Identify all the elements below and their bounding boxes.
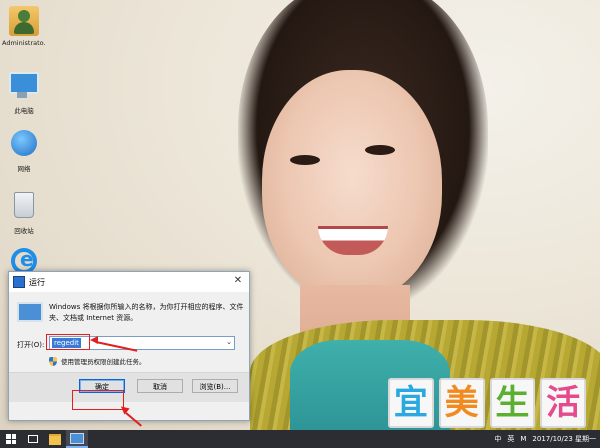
annotation-box-ok — [72, 390, 124, 410]
this-pc-icon — [9, 72, 39, 94]
watermark-char: 宜 — [388, 378, 434, 428]
watermark-char: 生 — [489, 378, 536, 428]
desktop-icon-label: Administrato... — [2, 39, 46, 47]
user-folder-icon — [9, 6, 39, 36]
desktop-icon-label: 此电脑 — [14, 107, 34, 115]
wallpaper-eye — [290, 155, 320, 165]
run-program-icon — [17, 302, 43, 322]
this-pc-icon-wrap — [9, 72, 39, 102]
run-dialog-description: Windows 将根据你所输入的名称，为你打开相应的程序、文件夹、文档或 Int… — [49, 303, 244, 322]
run-dialog-title: 运行 — [29, 277, 45, 287]
desktop-icon-label: 回收站 — [14, 227, 34, 235]
run-task-button[interactable] — [66, 430, 88, 448]
run-window-icon — [70, 432, 84, 444]
desktop-icon-this-pc[interactable]: 此电脑 — [2, 68, 46, 115]
folder-icon — [49, 433, 61, 445]
wallpaper-face — [262, 70, 442, 300]
run-dialog-button-row: 确定 取消 浏览(B)... — [9, 372, 249, 402]
task-view-button[interactable] — [22, 430, 44, 448]
ime-indicator[interactable]: 中 — [494, 434, 501, 444]
network-icon — [11, 130, 37, 156]
desktop-icon-user-folder[interactable]: Administrato... — [2, 6, 46, 47]
network-icon-wrap — [9, 130, 39, 160]
admin-note: 使用管理员权限创建此任务。 — [49, 356, 146, 366]
run-dialog: 运行 ✕ Windows 将根据你所输入的名称，为你打开相应的程序、文件夹、文档… — [8, 271, 250, 421]
cancel-button[interactable]: 取消 — [137, 379, 183, 393]
tray-app-icon[interactable]: M — [520, 435, 526, 443]
taskbar: 中 英 M 2017/10/23 星期一 — [0, 430, 600, 448]
run-dialog-titlebar[interactable]: 运行 — [9, 272, 249, 292]
desktop-icon-recycle-bin[interactable]: 回收站 — [2, 188, 46, 235]
wallpaper-eye — [365, 145, 395, 155]
windows-logo-icon — [6, 434, 16, 444]
clock[interactable]: 2017/10/23 星期一 — [532, 434, 596, 444]
desktop-icon-network[interactable]: 网络 — [2, 128, 46, 173]
chevron-down-icon[interactable]: ⌄ — [226, 338, 232, 346]
start-button[interactable] — [0, 430, 22, 448]
task-view-icon — [28, 435, 38, 443]
watermark-char: 美 — [438, 378, 485, 428]
file-explorer-button[interactable] — [44, 430, 66, 448]
recycle-bin-icon — [14, 192, 34, 218]
annotation-box-input — [46, 334, 90, 350]
admin-note-text: 使用管理员权限创建此任务。 — [61, 358, 146, 366]
watermark-char: 活 — [540, 378, 586, 428]
open-label: 打开(O): — [17, 341, 45, 349]
desktop-icon-label: 网络 — [17, 165, 31, 173]
run-app-icon — [13, 276, 25, 288]
close-icon[interactable]: ✕ — [231, 275, 245, 286]
annotation-arrow-head — [90, 336, 98, 344]
system-tray: 中 英 M 2017/10/23 星期一 — [494, 434, 600, 444]
recycle-bin-icon-wrap — [9, 192, 39, 222]
language-indicator[interactable]: 英 — [507, 434, 514, 444]
watermark-logo: 宜 美 生 活 — [388, 378, 586, 430]
browse-button[interactable]: 浏览(B)... — [192, 379, 238, 393]
uac-shield-icon — [49, 356, 57, 366]
